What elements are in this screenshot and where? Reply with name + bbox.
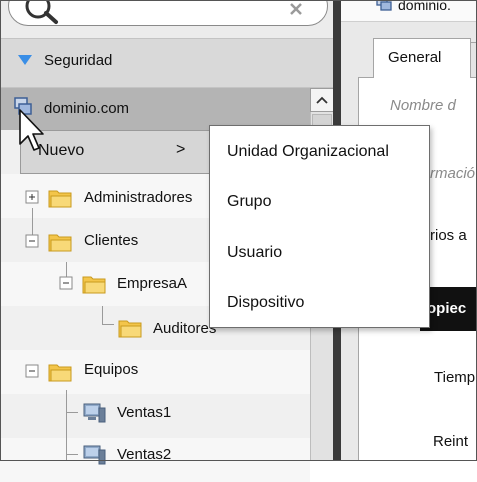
tree-label: Auditores (153, 320, 217, 337)
name-field-label: Nombre d (390, 97, 456, 114)
plus-box-icon[interactable] (25, 190, 39, 204)
tree-label: Equipos (84, 361, 139, 378)
mouse-pointer-icon (19, 109, 44, 151)
folder-icon (48, 364, 72, 382)
folder-icon (48, 234, 72, 252)
tree-row[interactable] (0, 350, 310, 394)
tree-line (102, 324, 114, 325)
section-label: Seguridad (44, 52, 113, 69)
domain-icon (376, 0, 392, 11)
submenu-item-dispositivo[interactable]: Dispositivo (227, 294, 304, 312)
users-label: rios a (430, 227, 467, 244)
triangle-down-icon (18, 55, 32, 65)
submenu-arrow-icon: > (176, 141, 186, 158)
tree-label: Ventas2 (117, 446, 172, 463)
search-icon[interactable] (22, 0, 62, 28)
minus-box-icon[interactable] (25, 364, 39, 378)
properties-header-label: opiec (427, 300, 467, 317)
tree-line (66, 454, 78, 455)
submenu-item-grupo[interactable]: Grupo (227, 193, 271, 211)
right-header-title: dominio. (398, 0, 451, 13)
tree-label: EmpresaA (117, 275, 188, 292)
submenu-item-usuario[interactable]: Usuario (227, 244, 282, 262)
submenu: Unidad Organizacional Grupo Usuario Disp… (209, 125, 430, 328)
info-field-label: rmació (430, 165, 476, 182)
folder-icon (82, 276, 106, 294)
folder-icon (118, 320, 142, 338)
computer-icon (83, 403, 106, 423)
folder-icon (48, 190, 72, 208)
submenu-item-unidad[interactable]: Unidad Organizacional (227, 143, 389, 161)
scroll-up-button[interactable] (310, 88, 334, 112)
computer-icon (83, 445, 106, 465)
tree-line (102, 306, 103, 324)
tree-line (66, 390, 67, 461)
minus-box-icon[interactable] (59, 276, 73, 290)
tiempo-label: Tiemp (434, 369, 476, 386)
reint-label: Reint (433, 433, 469, 450)
tree-line (66, 412, 78, 413)
tab-general-label: General (388, 49, 442, 66)
tree-label: Administradores (84, 189, 193, 206)
context-menu-label: Nuevo (38, 142, 85, 159)
minus-box-icon[interactable] (25, 234, 39, 248)
tab-next[interactable] (470, 42, 477, 78)
tree-label: Clientes (84, 232, 139, 249)
tree-label: Ventas1 (117, 404, 172, 421)
close-icon[interactable] (282, 0, 312, 24)
chevron-up-icon (316, 96, 328, 104)
tree-label-domain: dominio.com (44, 100, 130, 117)
